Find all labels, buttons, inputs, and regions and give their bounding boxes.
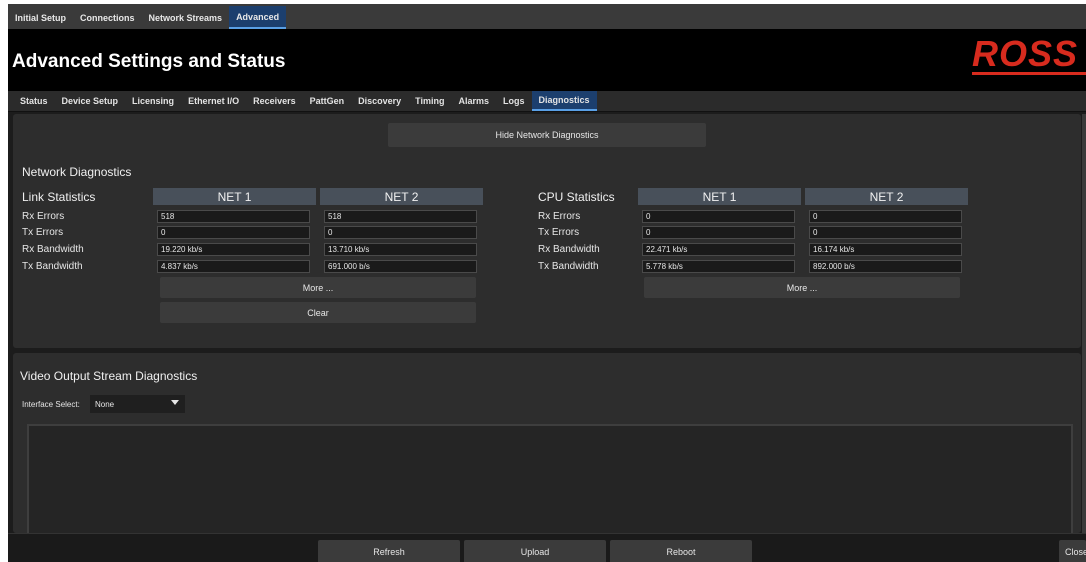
- tab-licensing[interactable]: Licensing: [125, 91, 181, 111]
- tab-pattgen[interactable]: PattGen: [303, 91, 352, 111]
- cpu-statistics-title: CPU Statistics: [538, 190, 615, 204]
- tab-status[interactable]: Status: [13, 91, 55, 111]
- cpu-row-label: Tx Errors: [538, 227, 580, 238]
- link-rx-bandwidth-net2: 13.710 kb/s: [324, 243, 477, 256]
- interface-select-dropdown[interactable]: None: [90, 395, 185, 413]
- page-title: Advanced Settings and Status: [12, 51, 286, 72]
- page-header: Advanced Settings and Status ROSS: [8, 29, 1086, 91]
- upload-button[interactable]: Upload: [464, 540, 606, 562]
- link-rx-errors-net2: 518: [324, 210, 477, 223]
- cpu-tx-bandwidth-net2: 892.000 b/s: [809, 260, 962, 273]
- tab-discovery[interactable]: Discovery: [351, 91, 408, 111]
- tab-advanced[interactable]: Advanced: [229, 6, 287, 29]
- link-tx-bandwidth-net2: 691.000 b/s: [324, 260, 477, 273]
- link-more-button[interactable]: More ...: [160, 277, 476, 298]
- logo-underline: [972, 72, 1086, 75]
- cpu-net1-header: NET 1: [638, 188, 801, 205]
- tab-network-streams[interactable]: Network Streams: [142, 6, 230, 29]
- link-tx-errors-net2: 0: [324, 226, 477, 239]
- cpu-tx-errors-net1: 0: [642, 226, 795, 239]
- link-clear-button[interactable]: Clear: [160, 302, 476, 323]
- cpu-row-label: Rx Errors: [538, 211, 581, 222]
- cpu-more-button[interactable]: More ...: [644, 277, 960, 298]
- cpu-rx-errors-net1: 0: [642, 210, 795, 223]
- link-row-label: Rx Errors: [22, 211, 65, 222]
- tab-connections[interactable]: Connections: [73, 6, 142, 29]
- chevron-down-icon: [171, 400, 179, 405]
- link-row-label: Tx Errors: [22, 227, 64, 238]
- hide-network-diagnostics-button[interactable]: Hide Network Diagnostics: [388, 123, 706, 147]
- close-button[interactable]: Close: [1059, 540, 1086, 562]
- cpu-net2-header: NET 2: [805, 188, 968, 205]
- cpu-rx-bandwidth-net2: 16.174 kb/s: [809, 243, 962, 256]
- link-tx-errors-net1: 0: [157, 226, 310, 239]
- link-tx-bandwidth-net1: 4.837 kb/s: [157, 260, 310, 273]
- tab-initial-setup[interactable]: Initial Setup: [8, 6, 73, 29]
- tab-logs[interactable]: Logs: [496, 91, 532, 111]
- video-output-title: Video Output Stream Diagnostics: [20, 369, 198, 383]
- stream-diagnostics-output: [27, 424, 1073, 539]
- cpu-rx-bandwidth-net1: 22.471 kb/s: [642, 243, 795, 256]
- link-net2-header: NET 2: [320, 188, 483, 205]
- cpu-row-label: Rx Bandwidth: [538, 244, 600, 255]
- video-output-diagnostics-panel: Video Output Stream Diagnostics Interfac…: [13, 353, 1081, 539]
- cpu-row-label: Tx Bandwidth: [538, 261, 599, 272]
- network-diagnostics-panel: Hide Network Diagnostics Network Diagnos…: [13, 114, 1081, 348]
- sub-tab-bar: Status Device Setup Licensing Ethernet I…: [8, 91, 1086, 112]
- cpu-rx-errors-net2: 0: [809, 210, 962, 223]
- network-diagnostics-title: Network Diagnostics: [22, 165, 132, 179]
- link-row-label: Tx Bandwidth: [22, 261, 83, 272]
- refresh-button[interactable]: Refresh: [318, 540, 460, 562]
- tab-receivers[interactable]: Receivers: [246, 91, 303, 111]
- tab-alarms[interactable]: Alarms: [452, 91, 497, 111]
- cpu-tx-bandwidth-net1: 5.778 kb/s: [642, 260, 795, 273]
- tab-ethernet-io[interactable]: Ethernet I/O: [181, 91, 246, 111]
- tab-diagnostics[interactable]: Diagnostics: [531, 91, 597, 111]
- link-row-label: Rx Bandwidth: [22, 244, 84, 255]
- vertical-scrollbar[interactable]: [1082, 114, 1086, 534]
- link-statistics-title: Link Statistics: [22, 190, 96, 204]
- interface-select-value: None: [95, 399, 115, 409]
- tab-timing[interactable]: Timing: [408, 91, 451, 111]
- top-tab-bar: Initial Setup Connections Network Stream…: [8, 4, 1086, 29]
- app-window: Initial Setup Connections Network Stream…: [8, 4, 1086, 562]
- link-rx-bandwidth-net1: 19.220 kb/s: [157, 243, 310, 256]
- interface-select-label: Interface Select:: [22, 400, 80, 409]
- tab-device-setup[interactable]: Device Setup: [55, 91, 126, 111]
- link-net1-header: NET 1: [153, 188, 316, 205]
- cpu-tx-errors-net2: 0: [809, 226, 962, 239]
- bottom-action-bar: Refresh Upload Reboot Close: [8, 533, 1086, 562]
- ross-logo: ROSS: [972, 33, 1079, 74]
- reboot-button[interactable]: Reboot: [610, 540, 752, 562]
- link-rx-errors-net1: 518: [157, 210, 310, 223]
